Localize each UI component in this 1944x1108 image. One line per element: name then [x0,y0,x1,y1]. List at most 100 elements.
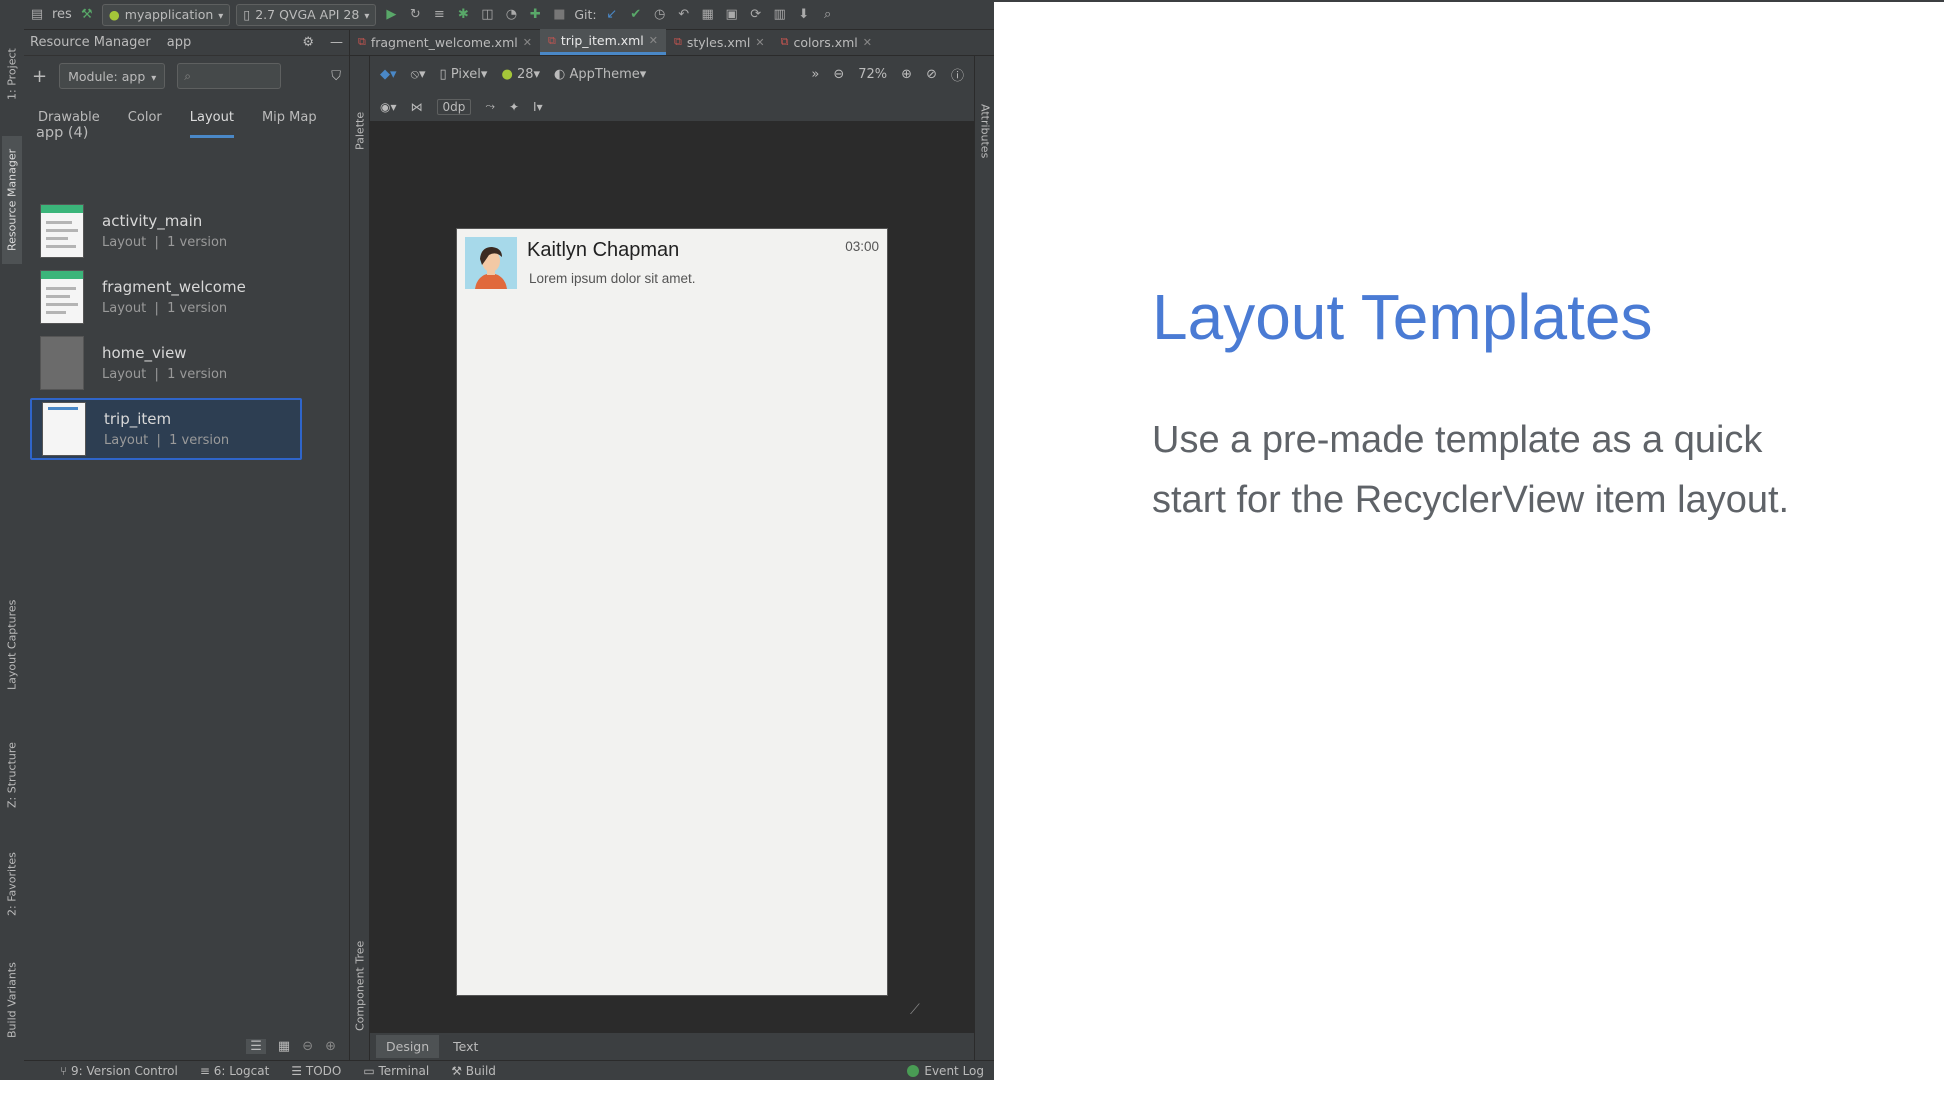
orientation-icon[interactable]: ⦸▾ [411,67,426,82]
tab-design[interactable]: Design [376,1035,440,1058]
resource-item-home-view[interactable]: home_view Layout | 1 version [30,332,302,394]
overflow-icon[interactable]: » [811,67,819,82]
module-select[interactable]: Module: app [59,63,166,89]
run-config-select[interactable]: ● myapplication [101,3,231,26]
tab-trip-item-xml[interactable]: ⧉ trip_item.xml ✕ [539,29,666,55]
layout-thumbnail [40,336,84,390]
resource-item-activity-main[interactable]: activity_main Layout | 1 version [30,200,302,262]
autoconnect-icon[interactable]: ⋈ [411,100,423,114]
debug-icon[interactable]: ✱ [454,6,472,24]
zoom-out-icon[interactable]: ⊖ [302,1039,313,1054]
stop-icon[interactable]: ■ [550,6,568,24]
tab-mip-map[interactable]: Mip Map [262,110,317,138]
search-icon[interactable]: ⌕ [819,6,837,24]
tab-colors-xml[interactable]: ⧉ colors.xml ✕ [773,29,880,55]
search-input[interactable]: ⌕ [177,63,282,89]
zoom-out-icon[interactable]: ⊖ [833,67,844,82]
infer-constraints-icon[interactable]: ✦ [509,100,519,114]
xml-file-icon: ⧉ [674,35,682,48]
zoom-in-icon[interactable]: ⊕ [901,67,912,82]
xml-file-icon: ⧉ [780,35,789,48]
build-variants-tool-tab[interactable]: Build Variants [2,950,22,1050]
project-name[interactable]: res [52,7,72,22]
project-structure-icon[interactable]: ▦ [699,6,717,24]
close-icon[interactable]: ✕ [649,34,658,47]
palette-strip: Palette Component Tree [350,56,370,1060]
structure-tool-tab[interactable]: Z: Structure [2,730,22,820]
api-picker[interactable]: ● 28▾ [501,67,540,82]
view-options-icon[interactable]: ◉▾ [380,100,397,114]
close-icon[interactable]: ✕ [523,36,532,49]
component-tree-tool-tab[interactable]: Component Tree [350,926,370,1046]
resource-item-fragment-welcome[interactable]: fragment_welcome Layout | 1 version [30,266,302,328]
undo-icon[interactable]: ↶ [675,6,693,24]
resource-type: Layout [104,433,149,448]
git-history-icon[interactable]: ◷ [651,6,669,24]
gradle-sync-icon[interactable]: ⟳ [747,6,765,24]
status-label: TODO [305,1063,342,1078]
zoom-in-icon[interactable]: ⊕ [325,1039,336,1054]
avd-manager-icon[interactable]: ▥ [771,6,789,24]
coverage-icon[interactable]: ✚ [526,6,544,24]
tab-color[interactable]: Color [128,110,162,138]
sdk-manager-icon[interactable]: ⬇ [795,6,813,24]
build-button[interactable]: ⚒ Build [451,1064,496,1078]
device-picker[interactable]: ▯ Pixel▾ [440,67,488,82]
clear-constraints-icon[interactable]: ⤳ [485,99,495,114]
resource-item-trip-item[interactable]: trip_item Layout | 1 version [30,398,302,460]
attach-debugger-icon[interactable]: ◫ [478,6,496,24]
resize-handle-icon[interactable]: ⟋ [910,1002,920,1018]
resource-manager-title: Resource Manager [30,35,151,50]
list-view-icon[interactable]: ☰ [246,1038,266,1054]
attributes-tool-tab[interactable]: Attributes [975,86,994,176]
theme-picker[interactable]: ◐ AppTheme▾ [554,67,646,82]
resource-name: fragment_welcome [102,278,246,296]
design-surface-icon[interactable]: ◆▾ [380,67,397,82]
resource-view-controls: ☰ ▦ ⊖ ⊕ [24,1032,350,1060]
layout-inspector-icon[interactable]: ▣ [723,6,741,24]
tab-text[interactable]: Text [443,1035,488,1058]
add-icon[interactable]: + [32,66,47,87]
profile-icon[interactable]: ◔ [502,6,520,24]
tab-layout[interactable]: Layout [189,110,234,138]
minimize-icon[interactable]: — [330,35,343,50]
gear-icon[interactable]: ⚙ [302,35,314,50]
default-margin-field[interactable]: 0dp [436,98,472,115]
guidelines-icon[interactable]: I▾ [533,100,543,114]
palette-tool-tab[interactable]: Palette [350,96,370,166]
layout-captures-tool-tab[interactable]: Layout Captures [2,590,22,700]
info-icon[interactable]: ⓘ [951,65,964,84]
resource-versions: 1 version [167,367,228,382]
close-icon[interactable]: ✕ [863,36,872,49]
module-tab[interactable]: app [167,35,191,50]
terminal-button[interactable]: ▭ Terminal [363,1064,429,1078]
project-tool-tab[interactable]: 1: Project [2,36,22,112]
design-toolbar-secondary: ◉▾ ⋈ 0dp ⤳ ✦ I▾ [370,92,974,122]
tab-fragment-welcome-xml[interactable]: ⧉ fragment_welcome.xml ✕ [350,29,540,55]
favorites-tool-tab[interactable]: 2: Favorites [2,838,22,930]
attributes-strip: Attributes [974,56,994,1060]
tab-label: fragment_welcome.xml [370,34,518,50]
version-control-button[interactable]: ⑂ 9: Version Control [60,1064,178,1078]
event-log-button[interactable]: Event Log [907,1064,984,1078]
android-icon: ● [108,7,120,22]
chevron-down-icon [218,7,223,22]
git-update-icon[interactable]: ↙ [603,6,621,24]
contact-message: Lorem ipsum dolor sit amet. [529,271,696,286]
todo-button[interactable]: ☰ TODO [291,1064,341,1078]
run-icon[interactable]: ▶ [382,6,400,24]
filter-icon[interactable]: ⛉ [331,69,341,84]
apply-changes-icon[interactable]: ≡ [430,6,448,24]
tab-styles-xml[interactable]: ⧉ styles.xml ✕ [666,29,773,55]
logcat-button[interactable]: ≡ 6: Logcat [200,1064,269,1078]
hammer-icon[interactable]: ⚒ [78,6,96,24]
device-select[interactable]: ▯ 2.7 QVGA API 28 [236,3,377,26]
rerun-icon[interactable]: ↻ [406,6,424,24]
contact-name: Kaitlyn Chapman [527,239,680,261]
layout-preview[interactable]: Kaitlyn Chapman Lorem ipsum dolor sit am… [456,228,888,996]
close-icon[interactable]: ✕ [755,36,764,49]
grid-view-icon[interactable]: ▦ [278,1039,290,1054]
git-commit-icon[interactable]: ✔ [627,6,645,24]
zoom-fit-icon[interactable]: ⊘ [926,67,937,82]
resource-manager-tool-tab[interactable]: Resource Manager [2,136,22,264]
